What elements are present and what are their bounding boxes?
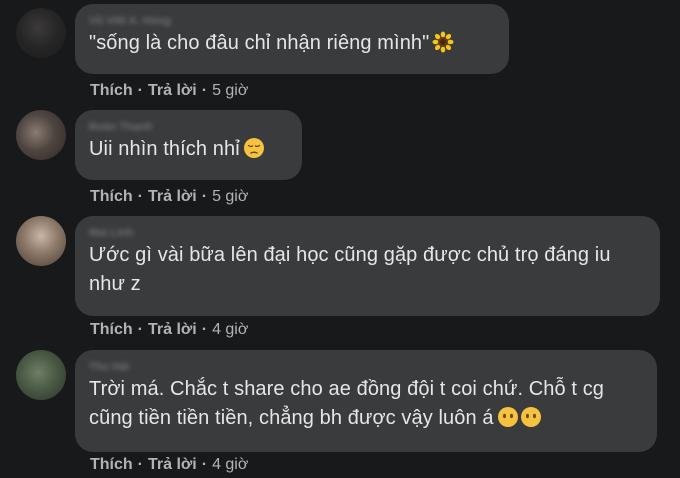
comment-bubble: Võ Viết A. Hùng "sống là cho đâu chỉ nhậ… xyxy=(75,4,509,74)
separator-dot: · xyxy=(137,82,143,99)
separator-dot: · xyxy=(137,321,143,338)
comment-text: Ước gì vài bữa lên đại học cũng gặp được… xyxy=(89,244,611,295)
reply-button[interactable]: Trả lời xyxy=(148,188,197,205)
comment-author[interactable]: Đoàn Thạnh xyxy=(89,119,288,135)
comment-timestamp[interactable]: 5 giờ xyxy=(212,188,248,205)
comment-actions: Thích · Trả lời · 4 giờ xyxy=(90,320,248,340)
comment-text: "sống là cho đâu chỉ nhận riêng mình" xyxy=(89,32,430,54)
reply-button[interactable]: Trả lời xyxy=(148,82,197,99)
comment-text: Uii nhìn thích nhỉ xyxy=(89,138,240,160)
comment-actions: Thích · Trả lời · 5 giờ xyxy=(90,187,248,207)
avatar[interactable] xyxy=(16,216,66,266)
avatar[interactable] xyxy=(16,350,66,400)
avatar[interactable] xyxy=(16,8,66,58)
separator-dot: · xyxy=(201,456,208,473)
like-button[interactable]: Thích xyxy=(90,321,133,338)
comment-timestamp[interactable]: 4 giờ xyxy=(212,456,248,473)
face-without-mouth-icon xyxy=(520,407,541,427)
separator-dot: · xyxy=(137,456,143,473)
comment-author[interactable]: Võ Viết A. Hùng xyxy=(89,13,495,29)
comment-text: Trời má. Chắc t share cho ae đồng đội t … xyxy=(89,375,643,437)
comment-actions: Thích · Trả lời · 5 giờ xyxy=(90,81,248,101)
pensive-face-icon xyxy=(243,138,264,158)
comment-author[interactable]: Mai Linh xyxy=(89,225,646,241)
separator-dot: · xyxy=(137,188,143,205)
comment-timestamp[interactable]: 4 giờ xyxy=(212,321,248,338)
reply-button[interactable]: Trả lời xyxy=(148,321,197,338)
separator-dot: · xyxy=(201,321,208,338)
sunflower-icon xyxy=(432,31,454,53)
reply-button[interactable]: Trả lời xyxy=(148,456,197,473)
like-button[interactable]: Thích xyxy=(90,456,133,473)
comment-actions: Thích · Trả lời · 4 giờ xyxy=(90,455,248,475)
separator-dot: · xyxy=(201,82,208,99)
like-button[interactable]: Thích xyxy=(90,188,133,205)
like-button[interactable]: Thích xyxy=(90,82,133,99)
face-without-mouth-icon xyxy=(497,407,518,427)
avatar[interactable] xyxy=(16,110,66,160)
comment-bubble: Đoàn Thạnh Uii nhìn thích nhỉ xyxy=(75,110,302,180)
comment-author[interactable]: Thu Hải xyxy=(89,359,643,375)
emoji-group xyxy=(497,406,542,437)
separator-dot: · xyxy=(201,188,208,205)
comment-timestamp[interactable]: 5 giờ xyxy=(212,82,248,99)
comment-bubble: Thu Hải Trời má. Chắc t share cho ae đồn… xyxy=(75,350,657,452)
comment-bubble: Mai Linh Ước gì vài bữa lên đại học cũng… xyxy=(75,216,660,316)
